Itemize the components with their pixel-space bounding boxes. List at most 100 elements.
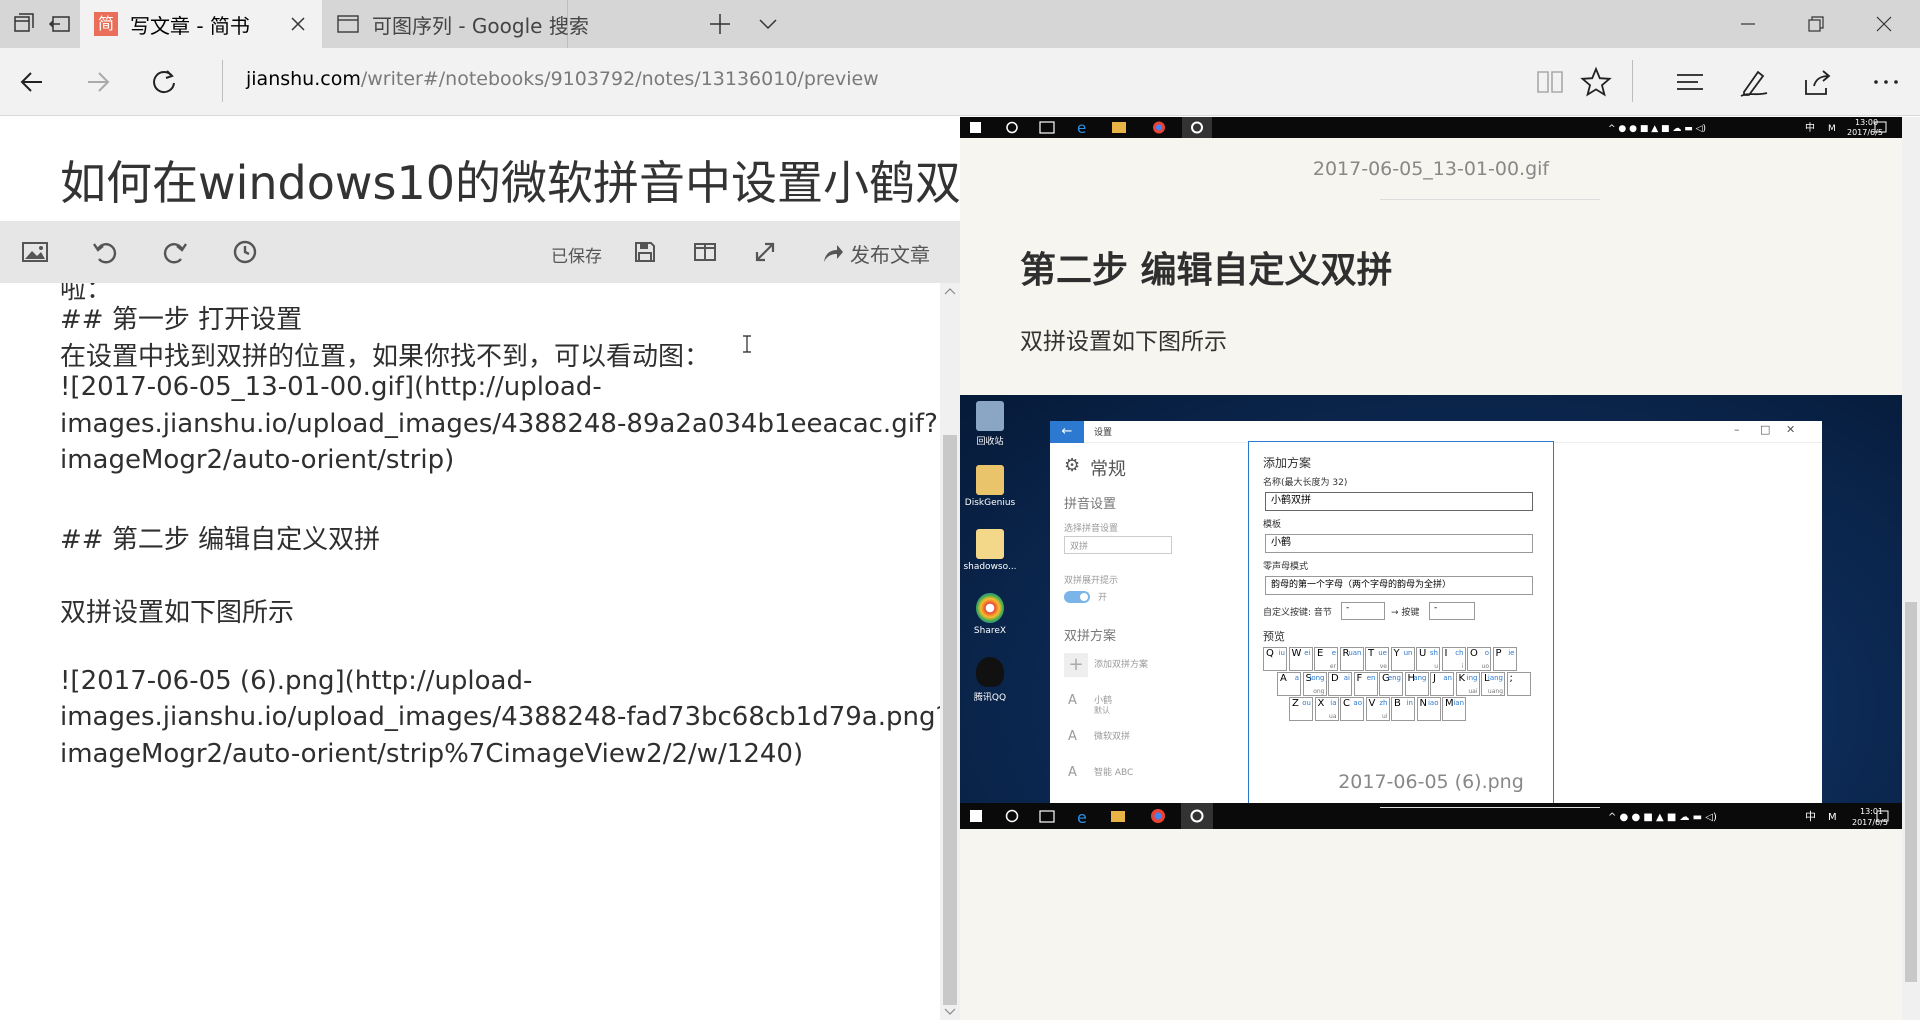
share-arrow-icon [824, 244, 843, 262]
gear-icon: ⚙ [1064, 455, 1081, 476]
saved-status: 已保存 [551, 247, 602, 267]
svg-text:中: 中 [1805, 121, 1815, 134]
settings-back-icon: ← [1050, 421, 1084, 443]
editor-line: ![2017-06-05_13-01-00.gif](http://upload… [60, 372, 602, 402]
insert-image-icon[interactable] [20, 237, 50, 267]
publish-label: 发布文章 [850, 243, 930, 267]
keyboard-key: Mian [1442, 697, 1466, 721]
keyboard-key: Ush u [1416, 647, 1440, 671]
settings-screenshot-image: 回收站 DiskGenius shadowso... ShareX 腾讯QQ ←… [960, 395, 1902, 913]
keyboard-key: Ich i [1441, 647, 1466, 671]
tab-title: 可图序列 - Google 搜索 [372, 13, 589, 38]
svg-text:M: M [1828, 812, 1837, 823]
preview-scroll-thumb[interactable] [1905, 602, 1917, 982]
keyboard-key: Liang uang [1481, 672, 1505, 696]
keyboard-key: Hang [1404, 672, 1429, 696]
image-caption: 2017-06-05_13-01-00.gif [1312, 158, 1550, 180]
favorite-star-icon[interactable] [1576, 62, 1616, 102]
keyboard-key: Pie [1492, 647, 1517, 671]
keyboard-key: Dai [1328, 672, 1352, 696]
keyboard-key: Aa [1277, 672, 1301, 696]
keyboard-key: Tue ve [1365, 647, 1389, 671]
keyboard-key: Qiu [1263, 647, 1287, 671]
chevron-down-icon[interactable] [756, 12, 780, 36]
editor-line: ## 第二步 编辑自定义双拼 [60, 525, 381, 555]
back-button[interactable] [12, 62, 52, 102]
hub-icon[interactable] [1670, 62, 1710, 102]
restore-button[interactable] [1782, 0, 1850, 48]
keyboard-key: Xia ua [1314, 697, 1339, 721]
url-field[interactable]: jianshu.com/writer#/notebooks/9103792/no… [246, 68, 879, 90]
svg-text:^ ● ● ■ ▲ ■ ☁ ▬ ◁): ^ ● ● ■ ▲ ■ ☁ ▬ ◁) [1608, 124, 1706, 134]
keyboard-key: Vzh ui [1365, 697, 1390, 721]
set-aside-tabs-icon[interactable] [48, 12, 72, 36]
address-bar: jianshu.com/writer#/notebooks/9103792/no… [0, 48, 1920, 116]
preview-heading: 第二步 编辑自定义双拼 [1020, 250, 1393, 291]
new-tab-icon[interactable] [708, 12, 732, 36]
page-icon [336, 12, 360, 36]
keyboard-key: Siong ong [1302, 672, 1327, 696]
url-host: jianshu.com [246, 68, 361, 90]
editor-scroll-thumb[interactable] [943, 435, 957, 1005]
close-window-button[interactable] [1850, 0, 1918, 48]
redo-icon[interactable] [160, 237, 190, 267]
keyboard-key: Jan [1430, 672, 1454, 696]
tab-google-search[interactable]: 可图序列 - Google 搜索 [322, 0, 589, 48]
close-tab-icon[interactable] [288, 14, 308, 34]
preview-pane: e ^ ● ● ■ ▲ ■ ☁ ▬ ◁) 中 M 13:00 2017/6/5 … [960, 117, 1920, 1020]
editor-line: imageMogr2/auto-orient/strip) [60, 445, 455, 475]
note-title-input[interactable]: 如何在windows10的微软拼音中设置小鹤双 [60, 147, 961, 213]
history-clock-icon[interactable] [230, 237, 260, 267]
keyboard-key: Yun [1390, 647, 1415, 671]
forward-button[interactable] [78, 62, 118, 102]
diskgenius-icon: DiskGenius [960, 465, 1020, 508]
editor-line: ## 第一步 打开设置 [60, 305, 303, 335]
svg-text:^ ● ● ■ ▲ ■ ☁ ▬ ◁): ^ ● ● ■ ▲ ■ ☁ ▬ ◁) [1608, 812, 1717, 823]
keyboard-key: Ee er [1314, 647, 1338, 671]
keyboard-key: Bin [1391, 697, 1415, 721]
scroll-up-arrow-icon[interactable] [944, 287, 956, 295]
reading-view-icon[interactable] [1530, 62, 1570, 102]
editor-scrollbar[interactable] [940, 283, 960, 1020]
image-caption: 2017-06-05 (6).png [1338, 771, 1524, 793]
keyboard-key: Geng [1379, 672, 1403, 696]
markdown-text-area[interactable]: 啦： ## 第一步 打开设置 在设置中找到双拼的位置，如果你找不到，可以看动图：… [0, 283, 940, 1020]
keyboard-key: Oo uo [1467, 647, 1491, 671]
scroll-down-arrow-icon[interactable] [944, 1008, 956, 1016]
svg-text:中: 中 [1805, 810, 1816, 823]
fullscreen-icon[interactable] [750, 237, 780, 267]
share-icon[interactable] [1798, 62, 1838, 102]
tab-jianshu[interactable]: 简 写文章 - 简书 [80, 0, 322, 48]
tab-bar: 简 写文章 - 简书 可图序列 - Google 搜索 [0, 0, 1920, 48]
save-disk-icon[interactable] [630, 237, 660, 267]
refresh-button[interactable] [144, 62, 184, 102]
more-icon[interactable] [1866, 62, 1906, 102]
preview-scrollbar[interactable] [1902, 117, 1920, 1020]
editor-line: 双拼设置如下图所示 [60, 598, 295, 628]
sharex-icon: ShareX [960, 593, 1020, 636]
jianshu-favicon-icon: 简 [94, 12, 118, 36]
editor-toolbar: 已保存 发布文章 [0, 221, 960, 283]
svg-text:e: e [1077, 119, 1086, 137]
svg-text:M: M [1828, 124, 1836, 134]
split-view-icon[interactable] [690, 237, 720, 267]
keyboard-key: Ruan [1339, 647, 1364, 671]
keyboard-key: ; [1506, 672, 1531, 696]
recycle-bin-icon: 回收站 [960, 401, 1020, 447]
undo-icon[interactable] [90, 237, 120, 267]
minimize-button[interactable] [1714, 0, 1782, 48]
editor-line: images.jianshu.io/upload_images/4388248-… [60, 409, 938, 439]
svg-text:2017/6/5: 2017/6/5 [1852, 818, 1888, 827]
keyboard-key: Cao [1340, 697, 1364, 721]
keyboard-key: Zou [1289, 697, 1313, 721]
keyboard-key: King uai [1455, 672, 1480, 696]
gif-image-bottom-strip: e ^ ● ● ■ ▲ ■ ☁ ▬ ◁) 中 M 13:00 2017/6/5 [960, 117, 1902, 138]
publish-button[interactable]: 发布文章 [822, 239, 930, 268]
svg-text:e: e [1077, 808, 1087, 827]
folder-icon: shadowso... [960, 529, 1020, 572]
qq-penguin-icon: 腾讯QQ [960, 657, 1020, 703]
tab-list-icon[interactable] [12, 12, 36, 36]
tab-title: 写文章 - 简书 [130, 13, 250, 38]
editor-line: ![2017-06-05 (6).png](http://upload- [60, 666, 533, 696]
web-note-icon[interactable] [1734, 62, 1774, 102]
